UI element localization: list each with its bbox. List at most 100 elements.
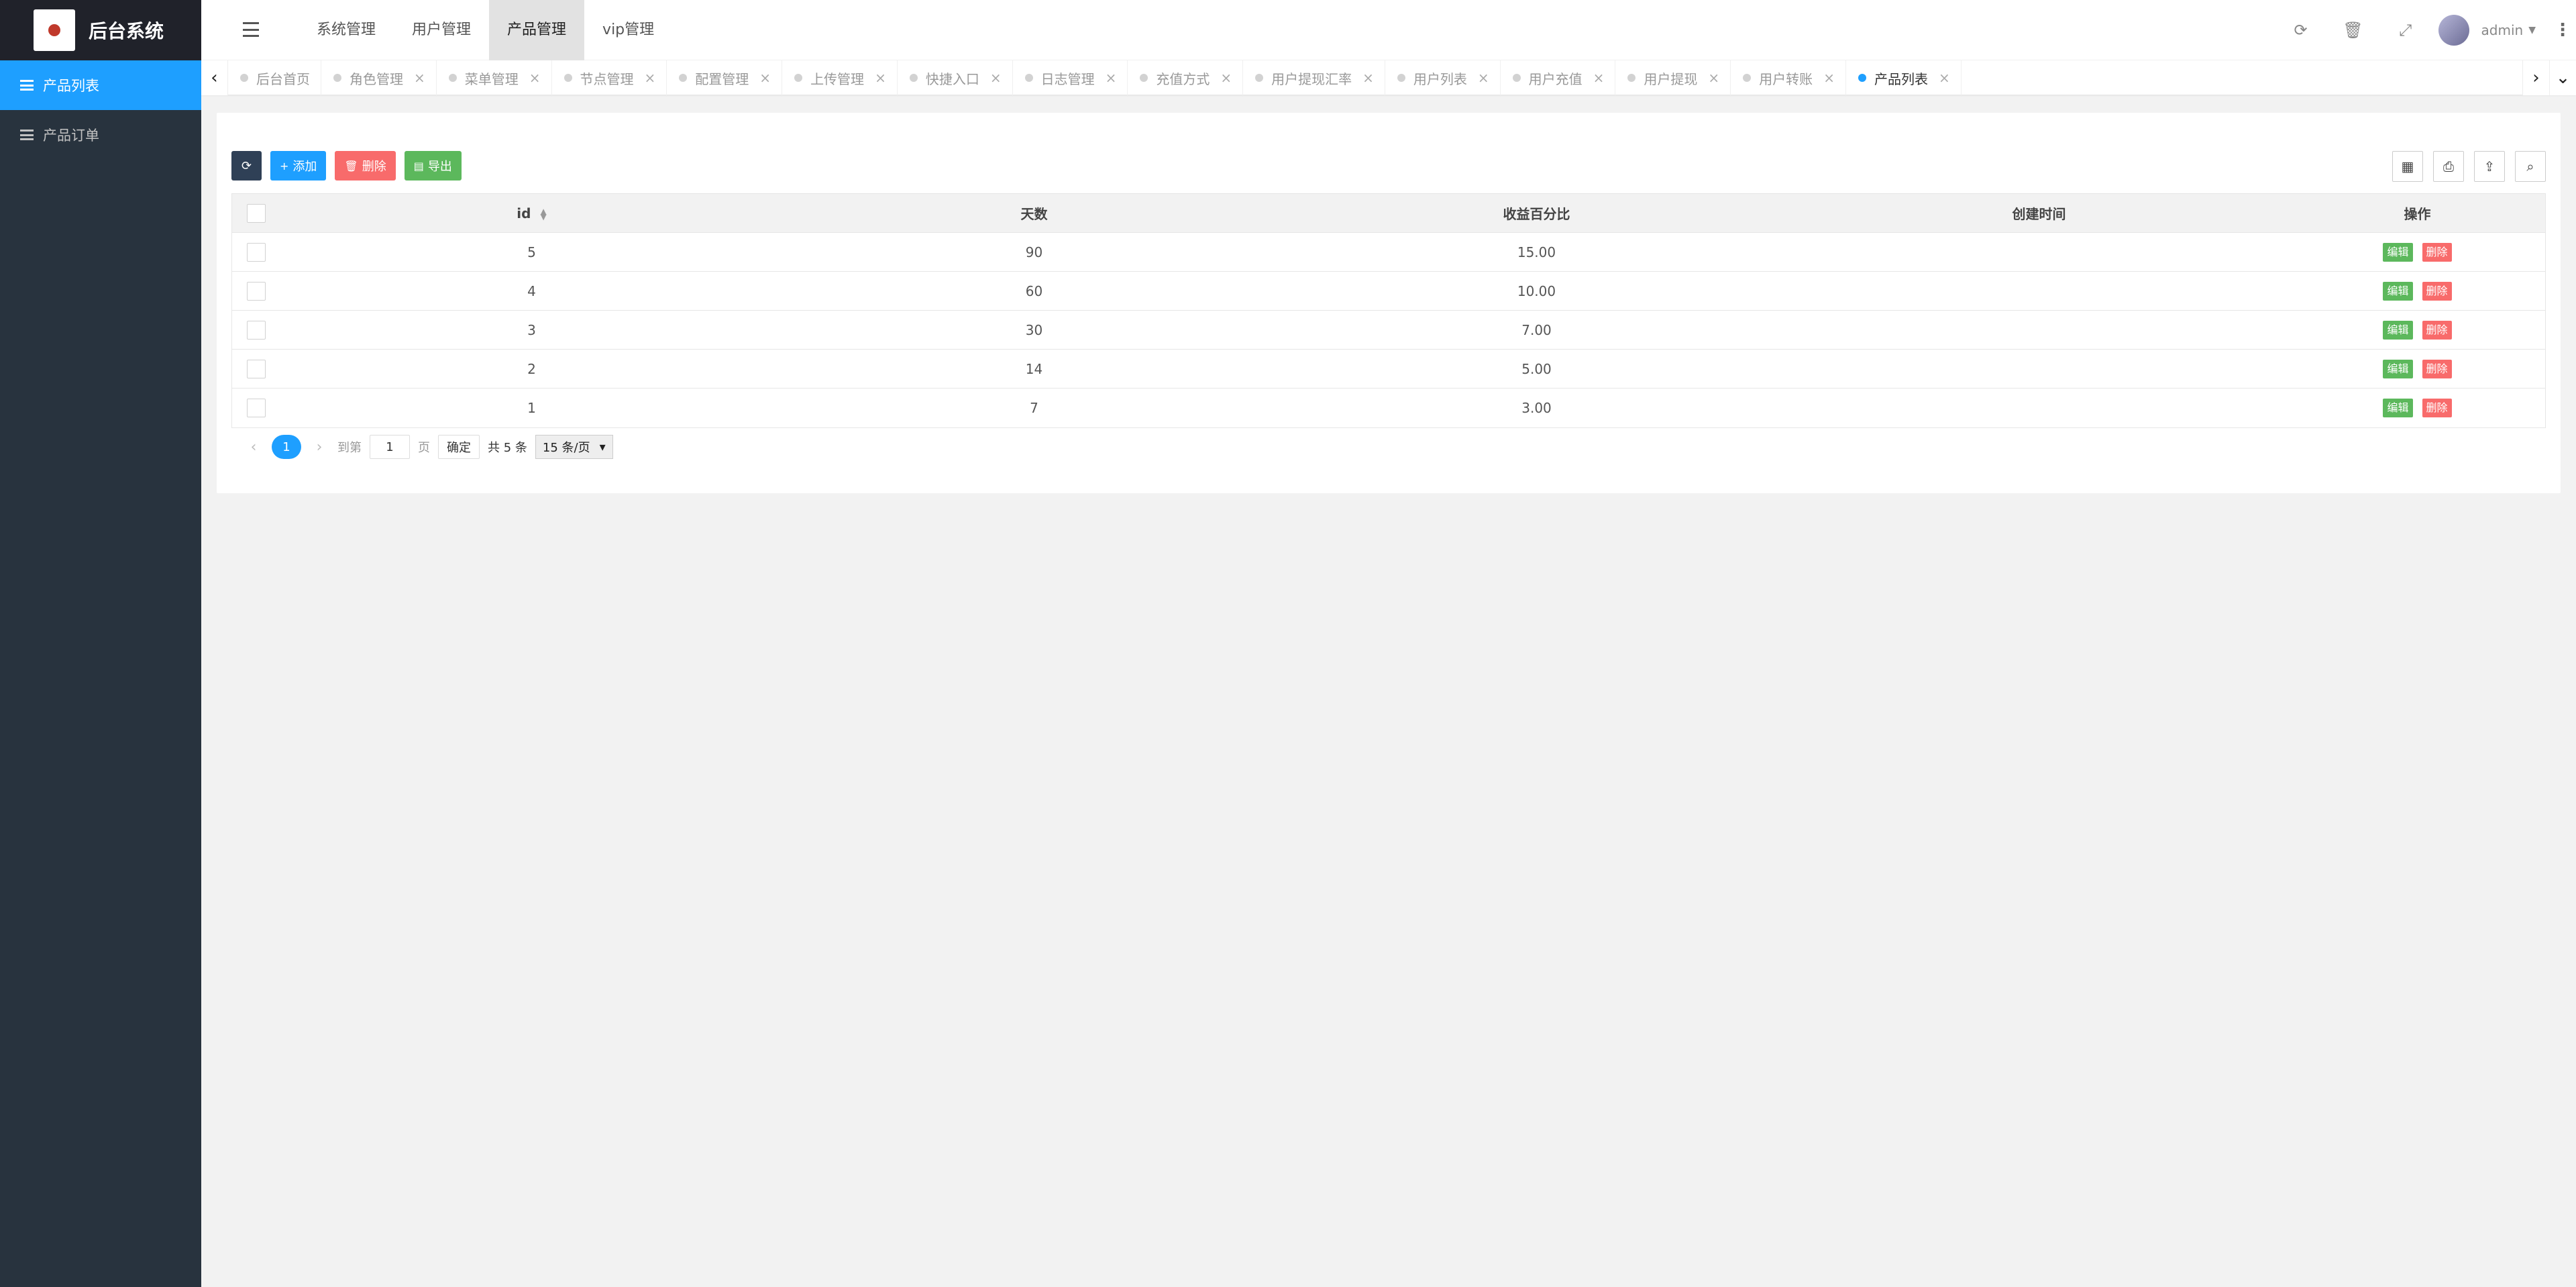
export-button[interactable]: ▤ 导出 [404,151,462,181]
edit-button[interactable]: 编辑 [2383,399,2413,417]
top-nav: 系统管理 用户管理 产品管理 vip管理 [299,0,672,60]
top-nav-products[interactable]: 产品管理 [489,0,585,60]
top-nav-users[interactable]: 用户管理 [394,0,489,60]
delete-row-button[interactable]: 删除 [2422,399,2452,417]
dot-icon [1743,74,1752,82]
close-icon[interactable]: × [1823,70,1835,86]
chevron-left-icon[interactable]: ‹ [201,60,228,95]
edit-button[interactable]: 编辑 [2383,281,2413,301]
user-menu[interactable]: admin ▼ [2432,15,2549,46]
close-icon[interactable]: × [414,70,425,86]
dot-icon [1397,74,1405,82]
refresh-icon[interactable]: ⟳ [2275,0,2327,60]
goto-page-input[interactable]: 1 [370,435,410,459]
delete-row-button[interactable]: 删除 [2422,359,2452,378]
search-icon[interactable]: ⌕ [2515,151,2546,182]
delete-row-button[interactable]: 删除 [2422,281,2452,301]
row-select-cell [232,359,280,378]
tab-nodes[interactable]: 节点管理 × [552,60,667,95]
tab-home[interactable]: 后台首页 [228,60,321,95]
close-icon[interactable]: × [1220,70,1232,86]
trash-icon[interactable]: 🗑 [2327,0,2379,60]
tab-product-list[interactable]: 产品列表 × [1846,60,1962,95]
edit-button[interactable]: 编辑 [2383,320,2413,340]
more-vertical-icon[interactable]: ⋮ [2549,0,2576,60]
tab-user-list[interactable]: 用户列表 × [1385,60,1501,95]
close-icon[interactable]: × [529,70,541,86]
sort-icon[interactable]: ▲ ▼ [540,207,546,221]
chevron-down-icon[interactable]: ⌄ [2549,60,2576,95]
close-icon[interactable]: × [1593,70,1605,86]
close-icon[interactable]: × [759,70,771,86]
row-select-cell [232,281,280,301]
tab-label: 角色管理 [350,70,403,87]
tab-recharge-methods[interactable]: 充值方式 × [1128,60,1244,95]
tab-upload[interactable]: 上传管理 × [782,60,898,95]
row-checkbox[interactable] [247,242,266,262]
tab-user-recharge[interactable]: 用户充值 × [1501,60,1616,95]
close-icon[interactable]: × [1478,70,1489,86]
refresh-icon: ⟳ [241,158,252,173]
current-page[interactable]: 1 [272,435,301,459]
chevron-right-icon[interactable]: › [2522,60,2549,95]
top-nav-system[interactable]: 系统管理 [299,0,394,60]
close-icon[interactable]: × [875,70,886,86]
cell-actions: 编辑 删除 [2290,359,2544,378]
sidebar-item-product-list[interactable]: 产品列表 [0,60,201,110]
tab-user-transfer[interactable]: 用户转账 × [1731,60,1846,95]
row-checkbox[interactable] [247,281,266,301]
cell-actions: 编辑 删除 [2290,399,2544,417]
fullscreen-icon[interactable]: ⤢ [2379,0,2432,60]
total-count: 共 5 条 [488,441,527,455]
delete-row-button[interactable]: 删除 [2422,320,2452,340]
tab-menus[interactable]: 菜单管理 × [437,60,552,95]
page-size-select[interactable]: 15 条/页 ▾ [535,435,613,459]
export-icon[interactable]: ⇪ [2474,151,2505,182]
tab-shortcuts[interactable]: 快捷入口 × [898,60,1013,95]
close-icon[interactable]: × [1708,70,1719,86]
tab-user-withdraw[interactable]: 用户提现 × [1615,60,1731,95]
cell-days: 90 [1025,244,1043,260]
cell-rate: 15.00 [1517,244,1556,260]
table-header: id ▲ ▼ 天数 收益百分比 创建时间 操作 [232,194,2545,233]
row-checkbox[interactable] [247,320,266,340]
row-checkbox[interactable] [247,359,266,378]
export-label: 导出 [427,160,452,174]
edit-button[interactable]: 编辑 [2383,242,2413,262]
chevron-right-icon[interactable]: › [309,439,329,456]
dot-icon [1512,74,1521,82]
menu-toggle-icon[interactable] [243,22,259,37]
add-label: 添加 [292,160,317,174]
close-icon[interactable]: × [1106,70,1117,86]
data-table: id ▲ ▼ 天数 收益百分比 创建时间 操作 5 90 15.00 编辑 删除 4 … [231,193,2546,428]
edit-button[interactable]: 编辑 [2383,359,2413,378]
dot-icon [1858,74,1866,82]
refresh-button[interactable]: ⟳ [231,151,262,181]
tab-config[interactable]: 配置管理 × [667,60,783,95]
close-icon[interactable]: × [990,70,1002,86]
columns-icon[interactable]: ▦ [2392,151,2423,182]
tab-roles[interactable]: 角色管理 × [321,60,437,95]
column-header-id[interactable]: id ▲ ▼ [280,205,783,221]
delete-row-button[interactable]: 删除 [2422,242,2452,262]
row-checkbox[interactable] [247,399,266,417]
tab-withdraw-rate[interactable]: 用户提现汇率 × [1243,60,1385,95]
close-icon[interactable]: × [645,70,656,86]
chevron-left-icon[interactable]: ‹ [244,439,264,456]
cell-id: 2 [527,360,536,377]
cell-actions: 编辑 删除 [2290,320,2544,340]
close-icon[interactable]: × [1362,70,1374,86]
dot-icon [1627,74,1636,82]
dot-icon [333,74,341,82]
select-all-checkbox[interactable] [247,203,266,223]
top-nav-vip[interactable]: vip管理 [584,0,672,60]
delete-button[interactable]: 🗑 删除 [335,151,396,181]
print-icon[interactable]: ⎙ [2433,151,2464,182]
add-button[interactable]: + 添加 [270,151,327,181]
close-icon[interactable]: × [1939,70,1950,86]
confirm-button[interactable]: 确定 [438,435,480,459]
column-header-rate: 收益百分比 [1503,206,1570,222]
sidebar-item-product-orders[interactable]: 产品订单 [0,110,201,160]
tab-logs[interactable]: 日志管理 × [1013,60,1128,95]
file-icon: ▤ [413,159,424,172]
